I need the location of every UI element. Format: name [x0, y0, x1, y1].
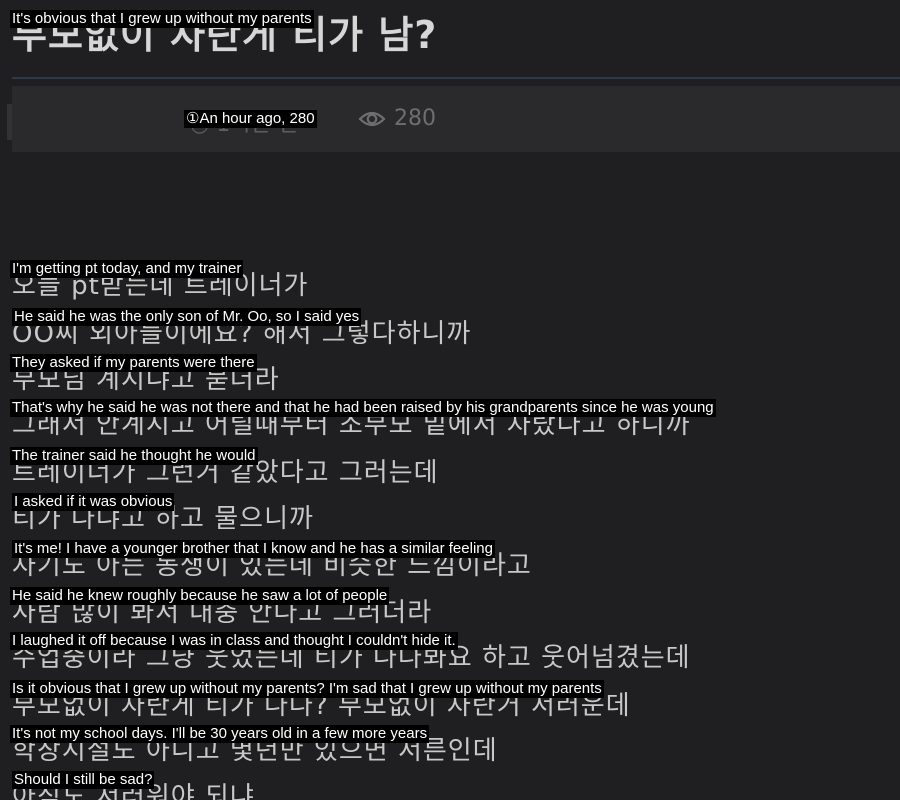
post-page: 부모없이 자란게 티가 남? It's obvious that I grew …	[0, 0, 900, 800]
post-line-caption: He said he knew roughly because he saw a…	[10, 587, 390, 605]
post-title-caption: It's obvious that I grew up without my p…	[10, 10, 314, 28]
title-divider	[12, 77, 900, 79]
post-line-caption: It's not my school days. I'll be 30 year…	[10, 725, 430, 743]
post-line-caption: I laughed it off because I was in class …	[10, 632, 458, 650]
post-line-caption: He said he was the only son of Mr. Oo, s…	[12, 308, 362, 326]
post-line: 자기도 아는 동생이 있는데 비슷한 느낌이라고 It's me! I have…	[12, 540, 900, 591]
post-line: OO씨 외아들이에요? 해서 그렇다하니까 He said he was the…	[12, 308, 900, 359]
post-line: 그래서 안계시고 어릴때부터 조부모 밑에서 자랐다고 하니까 That's w…	[10, 399, 900, 450]
post-line: 트레이너가 그런거 같았다고 그러는데 The trainer said he …	[10, 447, 900, 498]
post-line-caption: That's why he said he was not there and …	[10, 399, 716, 417]
post-line: 티가 나냐고 하고 물으니까 I asked if it was obvious	[12, 493, 900, 544]
post-line-caption: The trainer said he thought he would	[10, 447, 258, 465]
post-line-caption: It's me! I have a younger brother that I…	[12, 540, 495, 558]
post-line-caption: Is it obvious that I grew up without my …	[10, 680, 604, 698]
eye-icon	[358, 109, 386, 129]
post-meta-caption: ①An hour ago, 280	[184, 110, 317, 128]
post-line-caption: They asked if my parents were there	[10, 354, 257, 372]
post-line-caption: I'm getting pt today, and my trainer	[10, 260, 244, 278]
view-count: 280	[358, 106, 436, 131]
post-line-caption: Should I still be sad?	[12, 771, 155, 789]
post-line: 학창시절도 아니고 몇년만 있으면 서른인데 It's not my schoo…	[10, 725, 900, 776]
view-count-value: 280	[394, 106, 436, 131]
post-line: 오늘 pt받는데 트레이너가 I'm getting pt today, and…	[10, 260, 900, 311]
post-meta-bar	[12, 86, 900, 152]
post-line: 아직도 서러워야 되냐.. Should I still be sad?	[12, 771, 900, 800]
post-line-caption: I asked if it was obvious	[12, 493, 175, 511]
post-line: 수업중이라 그냥 웃었는데 티가 나나봐요 하고 웃어넘겼는데 I laughe…	[10, 632, 900, 683]
